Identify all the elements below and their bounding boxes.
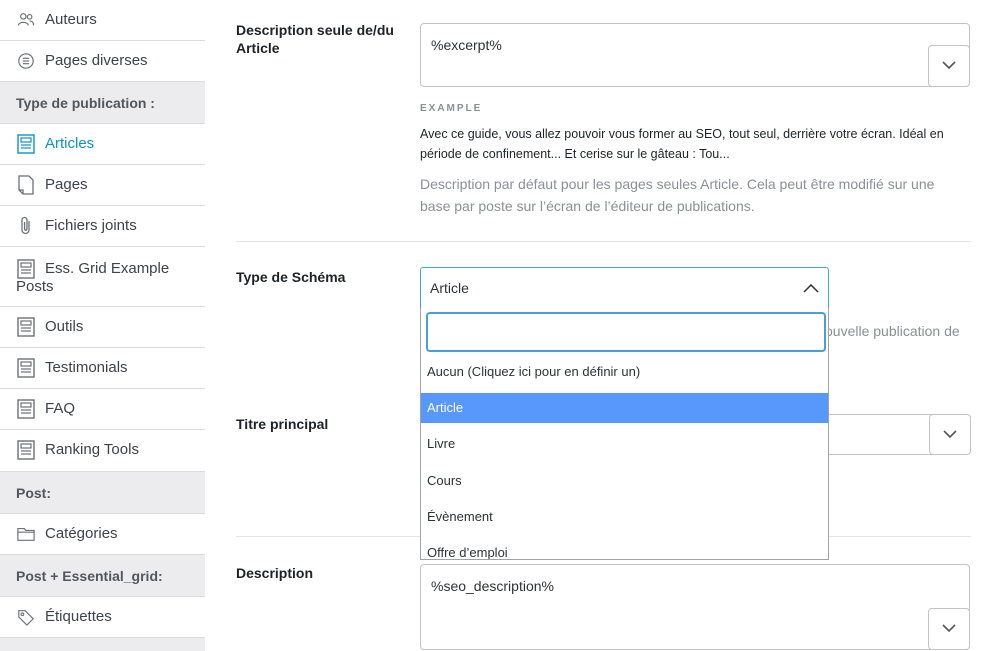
dropdown-option[interactable]: Aucun (Cliquez ici pour en définir un): [421, 357, 828, 387]
option-label: Article: [427, 400, 464, 415]
paperclip-icon: [21, 216, 30, 235]
sidebar-item-outils[interactable]: Outils: [0, 307, 205, 348]
option-label: Offre d’emploi: [427, 545, 508, 560]
list-circle-icon: [18, 53, 34, 69]
users-icon: [17, 13, 35, 26]
page-icon: [18, 175, 34, 195]
sidebar-item-label: Ess. Grid Example Posts: [16, 260, 170, 295]
option-label: Livre: [427, 436, 456, 451]
schema-type-label: Type de Schéma: [236, 269, 346, 285]
dropdown-option[interactable]: Évènement: [421, 502, 828, 532]
example-text: Avec ce guide, vous allez pouvoir vous f…: [420, 127, 944, 161]
sidebar-item-label: Catégories: [45, 525, 118, 542]
dropdown-option-highlighted[interactable]: Article: [421, 393, 828, 423]
sidebar-item-ess-grid-example-posts[interactable]: Ess. Grid Example Posts: [0, 247, 205, 307]
variables-dropdown-button[interactable]: [928, 45, 970, 87]
section-header-label: Post:: [16, 485, 51, 501]
sidebar-item-label: Étiquettes: [45, 608, 112, 625]
chevron-down-icon: [942, 61, 956, 70]
sidebar: Auteurs Pages diverses Type de publicati…: [0, 0, 205, 651]
variables-dropdown-button[interactable]: [929, 414, 971, 455]
sidebar-item-label: Pages diverses: [45, 52, 148, 69]
option-label: Cours: [427, 473, 462, 488]
chevron-down-icon: [942, 624, 956, 633]
single-description-help: Description par défaut pour les pages se…: [420, 176, 935, 214]
sidebar-item-faq[interactable]: FAQ: [0, 389, 205, 430]
sidebar-item-pages-diverses[interactable]: Pages diverses: [0, 41, 205, 82]
main-title-label: Titre principal: [236, 416, 329, 432]
sidebar-item-label: Articles: [45, 135, 95, 152]
option-label: Évènement: [427, 509, 493, 524]
description-value: %seo_description%: [431, 578, 554, 594]
document-icon: [17, 134, 35, 154]
sidebar-item-articles[interactable]: Articles: [0, 124, 205, 165]
schema-type-selected: Article: [430, 280, 469, 296]
section-header-label: Post + Essential_grid:: [16, 568, 163, 584]
dropdown-option[interactable]: Cours: [421, 466, 828, 496]
sidebar-item-auteurs[interactable]: Auteurs: [0, 0, 205, 41]
dropdown-option[interactable]: Livre: [421, 429, 828, 459]
document-icon: [17, 317, 35, 337]
folder-icon: [17, 528, 35, 541]
variables-dropdown-button[interactable]: [928, 608, 970, 650]
schema-type-dropdown: Aucun (Cliquez ici pour en définir un) A…: [420, 308, 829, 560]
single-description-value: %excerpt%: [431, 37, 502, 53]
document-icon: [17, 358, 35, 378]
divider: [236, 241, 971, 242]
chevron-up-icon: [803, 284, 819, 293]
sidebar-item-etiquettes[interactable]: Étiquettes: [0, 597, 205, 638]
sidebar-section-header: Post:: [0, 472, 205, 514]
dropdown-option[interactable]: Offre d’emploi: [421, 538, 828, 560]
sidebar-section-header: Type de publication :: [0, 82, 205, 124]
option-label: Aucun (Cliquez ici pour en définir un): [427, 364, 641, 379]
single-description-label: Description seule de/du Article: [236, 22, 394, 56]
sidebar-item-label: Outils: [45, 318, 84, 335]
schema-type-help: ouvelle publication de: [825, 323, 960, 339]
sidebar-item-label: Fichiers joints: [45, 217, 137, 234]
schema-type-select[interactable]: Article: [420, 267, 829, 308]
document-icon: [17, 399, 35, 419]
chevron-down-icon: [943, 430, 957, 439]
tag-icon: [18, 610, 35, 626]
description-field[interactable]: %seo_description%: [420, 564, 970, 650]
sidebar-section-header: Post + Essential_grid:: [0, 555, 205, 597]
sidebar-item-pages[interactable]: Pages: [0, 165, 205, 206]
section-header-label: Type de publication :: [16, 95, 155, 111]
sidebar-item-ranking-tools[interactable]: Ranking Tools: [0, 430, 205, 472]
sidebar-item-label: Pages: [45, 176, 88, 193]
description-label: Description: [236, 565, 314, 581]
sidebar-section-header: [0, 638, 205, 651]
schema-search-input[interactable]: [426, 312, 826, 352]
example-caption: EXAMPLE: [420, 103, 483, 114]
sidebar-item-label: Testimonials: [45, 359, 128, 376]
single-description-field[interactable]: %excerpt%: [420, 23, 970, 87]
sidebar-item-label: Auteurs: [45, 11, 97, 28]
sidebar-item-categories[interactable]: Catégories: [0, 514, 205, 555]
sidebar-item-label: FAQ: [45, 400, 76, 417]
sidebar-item-label: Ranking Tools: [45, 441, 139, 458]
sidebar-item-testimonials[interactable]: Testimonials: [0, 348, 205, 389]
document-icon: [17, 440, 35, 460]
sidebar-item-fichiers-joints[interactable]: Fichiers joints: [0, 206, 205, 247]
